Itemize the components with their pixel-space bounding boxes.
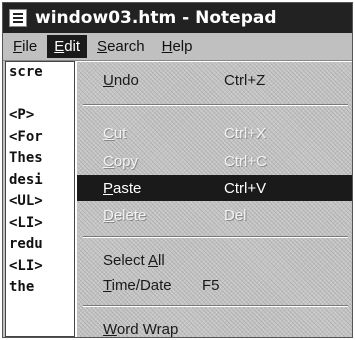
menu-edit[interactable]: Edit	[47, 35, 88, 58]
edit-menu-dropdown: Undo Ctrl+Z Cut Ctrl+X Copy Ctrl+C Paste…	[75, 61, 352, 338]
menu-item-word-wrap[interactable]: Word Wrap	[77, 316, 352, 338]
menu-edit-mnemonic: E	[54, 38, 65, 55]
menu-item-word-wrap-mnemonic: W	[103, 320, 117, 338]
text-editor-area[interactable]: scre <P> <For Thes desi <UL> <LI> redu <…	[5, 61, 75, 337]
menu-item-word-wrap-text: ord Wrap	[116, 320, 179, 338]
menu-file-label: ile	[22, 38, 38, 55]
notepad-app-icon[interactable]	[9, 9, 27, 27]
menu-item-cut-text: ut	[113, 124, 127, 142]
menu-item-select-all-text-end: ll	[158, 251, 165, 269]
menu-search-mnemonic: S	[97, 38, 108, 55]
editor-line: <LI>	[9, 257, 43, 274]
menu-item-cut-mnemonic: C	[103, 124, 114, 142]
menu-item-paste-label: Paste	[103, 180, 141, 197]
menu-item-undo-shortcut: Ctrl+Z	[224, 71, 266, 89]
menu-separator	[83, 305, 348, 307]
menu-file-mnemonic: F	[13, 38, 23, 55]
menu-edit-label: dit	[64, 38, 81, 55]
editor-line: <For	[9, 128, 43, 145]
menu-item-time-date-label: Time/Date	[103, 277, 172, 294]
editor-line: desi	[9, 171, 43, 188]
menu-search[interactable]: Search	[90, 35, 152, 58]
menu-item-undo-mnemonic: U	[103, 71, 114, 89]
menu-item-time-date-text: ime/Date	[111, 276, 172, 294]
menu-item-undo[interactable]: Undo Ctrl+Z	[77, 67, 352, 93]
menu-item-word-wrap-label: Word Wrap	[103, 321, 178, 338]
title-bar[interactable]: window03.htm - Notepad	[3, 3, 352, 33]
editor-line: the	[9, 279, 35, 295]
menu-item-select-all-label: Select All	[103, 252, 165, 269]
menu-item-copy-label: Copy	[103, 153, 138, 170]
menu-item-delete: Delete Del	[77, 202, 352, 228]
menu-bar: File Edit Search Help	[3, 33, 352, 61]
menu-item-cut-label: Cut	[103, 125, 126, 142]
menu-item-select-all-text-start: Select	[103, 251, 149, 269]
menu-item-delete-mnemonic: D	[103, 206, 114, 224]
editor-line: Thes	[9, 150, 43, 166]
menu-file[interactable]: File	[6, 35, 44, 58]
menu-item-paste-shortcut: Ctrl+V	[224, 179, 267, 197]
menu-item-copy: Copy Ctrl+C	[77, 148, 352, 174]
editor-line: scre	[9, 64, 43, 80]
menu-item-delete-text: elete	[113, 206, 147, 224]
menu-item-paste-text: aste	[113, 179, 142, 197]
menu-item-time-date[interactable]: Time/Date F5	[77, 272, 352, 298]
notepad-window: window03.htm - Notepad File Edit Search …	[2, 2, 353, 338]
menu-item-paste-mnemonic: P	[103, 179, 114, 197]
menu-item-undo-text: ndo	[113, 71, 139, 89]
menu-item-copy-shortcut: Ctrl+C	[224, 152, 267, 170]
menu-item-select-all[interactable]: Select All	[77, 247, 352, 273]
menu-item-paste[interactable]: Paste Ctrl+V	[77, 175, 352, 201]
editor-line: <UL>	[9, 193, 43, 209]
menu-item-delete-shortcut: Del	[224, 206, 247, 224]
menu-separator	[83, 236, 348, 238]
window-title: window03.htm - Notepad	[35, 8, 277, 28]
editor-line: <P>	[9, 107, 35, 123]
menu-item-cut-shortcut: Ctrl+X	[224, 124, 267, 142]
menu-separator	[83, 104, 348, 106]
menu-item-copy-mnemonic: C	[103, 152, 114, 170]
menu-item-select-all-mnemonic: A	[148, 251, 159, 269]
menu-search-label: earch	[107, 38, 145, 55]
editor-line: redu	[9, 236, 43, 252]
menu-item-time-date-mnemonic: T	[103, 276, 112, 294]
menu-item-copy-text: opy	[113, 152, 139, 170]
editor-line: <LI>	[9, 214, 43, 231]
menu-help[interactable]: Help	[155, 35, 200, 58]
menu-item-undo-label: Undo	[103, 72, 139, 89]
menu-help-label: elp	[172, 38, 193, 55]
menu-item-delete-label: Delete	[103, 207, 146, 224]
menu-item-cut: Cut Ctrl+X	[77, 120, 352, 146]
menu-help-mnemonic: H	[161, 38, 173, 55]
menu-item-time-date-shortcut: F5	[202, 276, 220, 294]
